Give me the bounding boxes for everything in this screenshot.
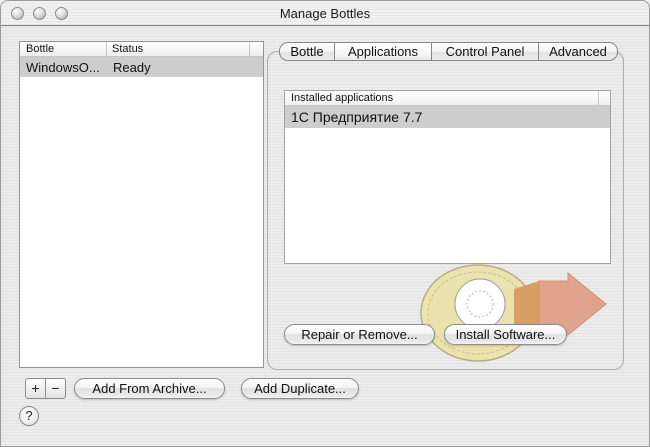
list-item[interactable]: 1С Предприятие 7.7 (285, 106, 610, 128)
table-row[interactable]: WindowsO... Ready (20, 57, 263, 77)
help-button[interactable]: ? (19, 406, 39, 426)
window-title: Manage Bottles (1, 6, 649, 21)
titlebar[interactable]: Manage Bottles (1, 1, 649, 26)
installed-applications-list: Installed applications 1С Предприятие 7.… (284, 90, 611, 264)
tab-bottle[interactable]: Bottle (279, 42, 334, 61)
column-header-status[interactable]: Status (107, 42, 249, 56)
add-duplicate-button[interactable]: Add Duplicate... (241, 378, 359, 399)
application-name: 1С Предприятие 7.7 (291, 109, 422, 125)
bottle-name-cell: WindowsO... (20, 60, 108, 75)
add-bottle-button[interactable]: + (25, 378, 46, 399)
remove-bottle-button[interactable]: − (45, 378, 66, 399)
repair-or-remove-button[interactable]: Repair or Remove... (284, 324, 435, 345)
manage-bottles-window: Manage Bottles Bottle Status WindowsO...… (0, 0, 650, 447)
column-header-bottle[interactable]: Bottle (20, 42, 107, 56)
install-software-button[interactable]: Install Software... (444, 324, 567, 345)
tab-applications[interactable]: Applications (334, 42, 431, 61)
list-header-label: Installed applications (285, 91, 598, 105)
bottle-table: Bottle Status WindowsO... Ready (19, 41, 264, 368)
tab-control-panel[interactable]: Control Panel (431, 42, 538, 61)
bottle-status-cell: Ready (108, 60, 263, 75)
applications-list-header: Installed applications (285, 91, 610, 106)
add-from-archive-button[interactable]: Add From Archive... (74, 378, 225, 399)
scrollbar-header-cell (598, 91, 610, 105)
scrollbar-header-cell (249, 42, 263, 56)
bottle-table-header: Bottle Status (20, 42, 263, 57)
tab-advanced[interactable]: Advanced (538, 42, 618, 61)
tab-bar: Bottle Applications Control Panel Advanc… (279, 42, 618, 61)
install-cd-icon (406, 259, 621, 369)
